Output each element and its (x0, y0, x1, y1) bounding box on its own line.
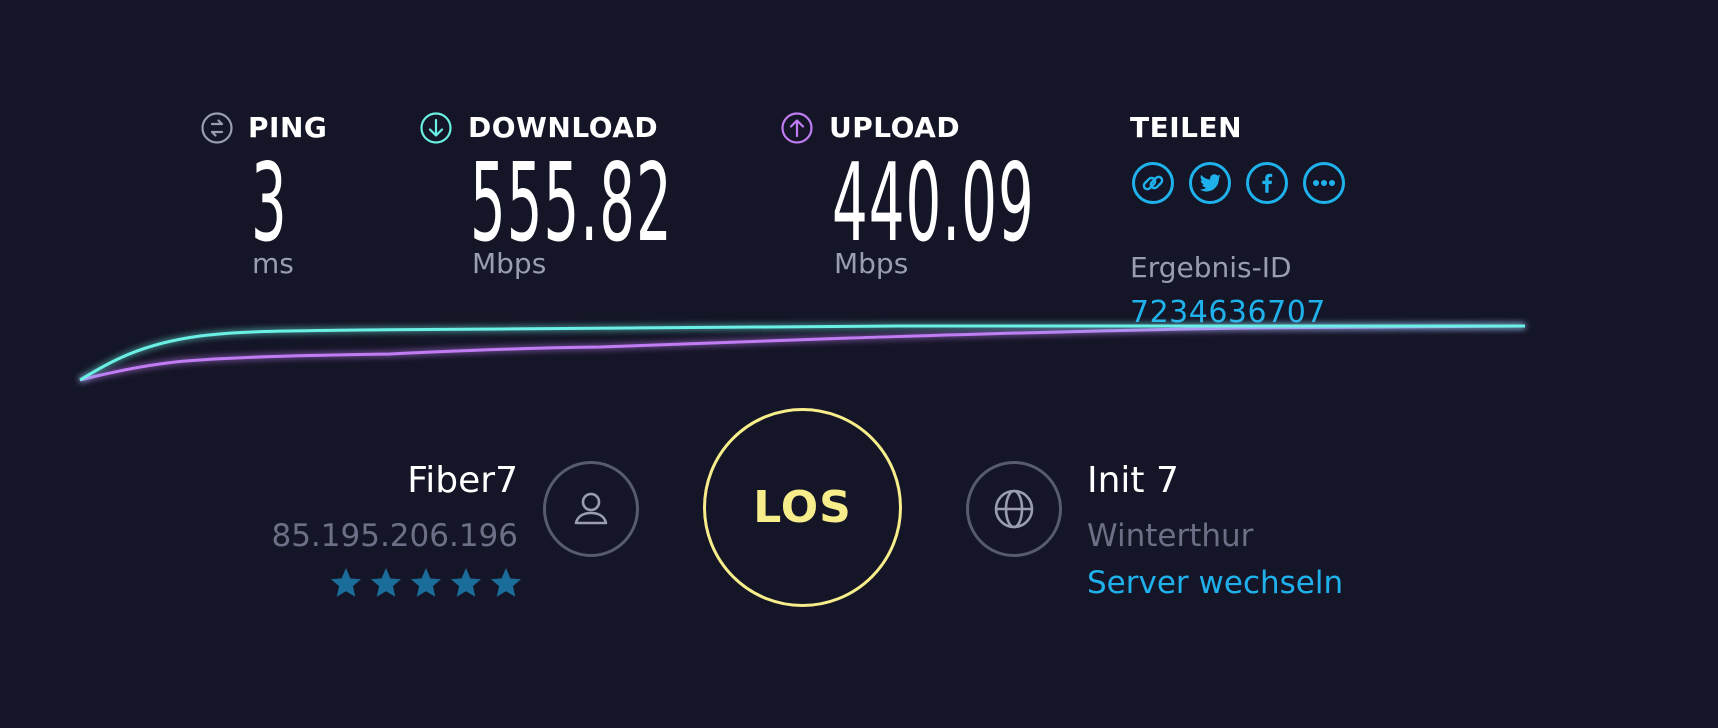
upload-graph-line (79, 324, 1526, 382)
isp-avatar (543, 461, 639, 557)
go-button-label: LOS (753, 482, 852, 533)
change-server-link[interactable]: Server wechseln (1087, 565, 1343, 601)
isp-rating[interactable] (328, 565, 528, 603)
star-icon[interactable] (408, 565, 444, 601)
user-icon (574, 492, 608, 525)
server-name: Init 7 (1087, 460, 1179, 501)
server-globe (966, 461, 1062, 557)
globe-icon (994, 489, 1034, 529)
star-icon[interactable] (328, 565, 364, 601)
download-graph-line (79, 324, 1525, 382)
isp-ip-address: 85.195.206.196 (271, 518, 518, 554)
server-location: Winterthur (1087, 518, 1254, 554)
speed-graph (79, 324, 1526, 382)
star-icon[interactable] (448, 565, 484, 601)
star-icon[interactable] (488, 565, 524, 601)
isp-name: Fiber7 (407, 460, 518, 501)
star-icon[interactable] (368, 565, 404, 601)
go-button[interactable]: LOS (703, 408, 902, 607)
